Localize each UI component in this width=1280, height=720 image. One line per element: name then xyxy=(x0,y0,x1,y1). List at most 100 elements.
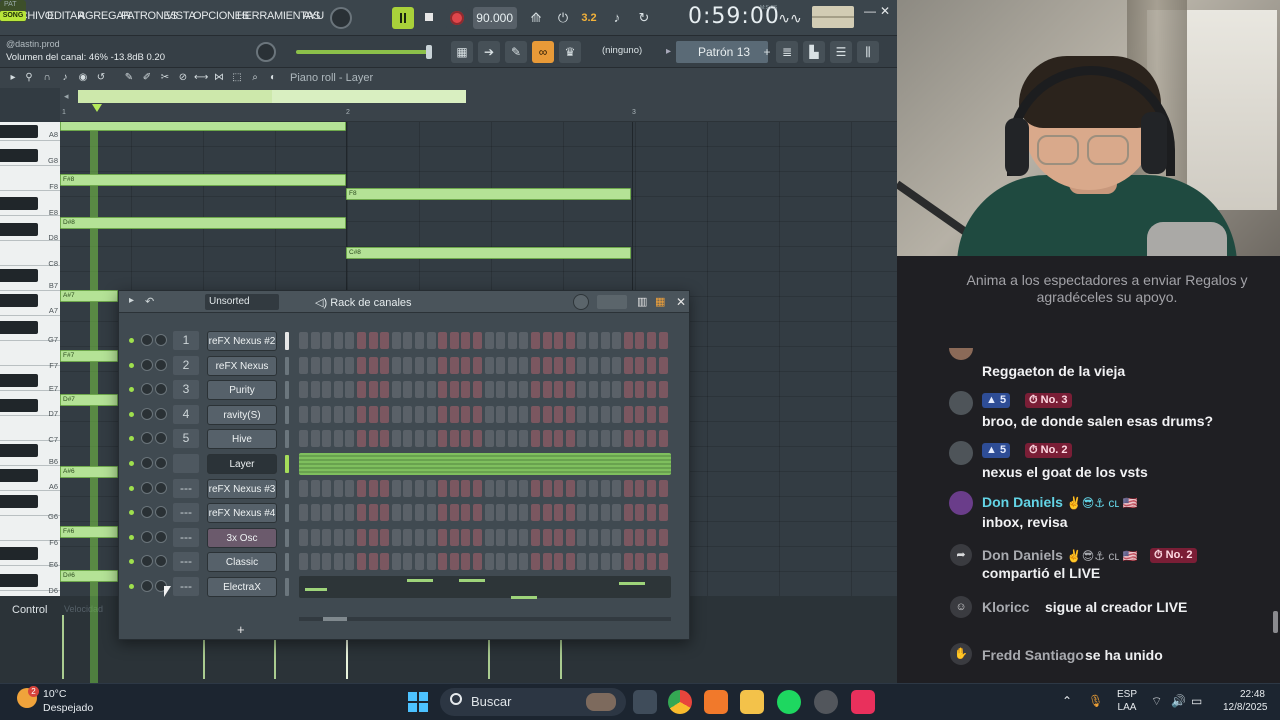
chat-username[interactable]: Kloricc xyxy=(982,599,1029,615)
channel-name-button[interactable]: ElectraX xyxy=(207,577,277,597)
step-button[interactable] xyxy=(322,553,332,571)
black-key[interactable] xyxy=(0,547,38,560)
step-button[interactable] xyxy=(531,479,540,497)
channel-select-indicator[interactable] xyxy=(285,455,289,473)
step-button[interactable] xyxy=(310,528,320,546)
step-button[interactable] xyxy=(438,528,448,546)
channel-mixer-track[interactable]: 3 xyxy=(173,380,199,400)
step-button[interactable] xyxy=(565,356,575,374)
black-key[interactable] xyxy=(0,125,38,138)
step-button[interactable] xyxy=(647,479,656,497)
step-button[interactable] xyxy=(647,504,656,522)
delete-tool-icon[interactable]: ✂ xyxy=(158,71,172,85)
menu-vista[interactable]: VISTA xyxy=(166,10,196,22)
step-button[interactable] xyxy=(554,553,564,571)
step-button[interactable] xyxy=(345,332,355,349)
channel-mute-led[interactable] xyxy=(129,584,134,589)
step-button[interactable] xyxy=(310,405,320,423)
channel-select-indicator[interactable] xyxy=(285,553,289,572)
step-button[interactable] xyxy=(635,430,645,448)
timeline-ruler[interactable]: 1 2 3 xyxy=(60,105,897,122)
step-button[interactable] xyxy=(507,381,517,399)
note-fs6[interactable]: F#6 xyxy=(60,526,118,538)
snap-icon[interactable]: ∩ xyxy=(40,71,54,85)
step-button[interactable] xyxy=(461,381,471,399)
channel-mute-led[interactable] xyxy=(129,559,134,565)
playhead-marker[interactable] xyxy=(92,104,102,112)
channel-mute-led[interactable] xyxy=(129,534,134,540)
avatar[interactable] xyxy=(949,441,973,465)
step-button[interactable] xyxy=(507,504,517,522)
channel-volume-knob[interactable] xyxy=(155,506,167,519)
metronome-icon[interactable]: ⟰ xyxy=(525,8,547,28)
menu-arrow-icon[interactable]: ▸ xyxy=(6,71,20,85)
step-button[interactable] xyxy=(589,430,598,448)
step-button[interactable] xyxy=(333,405,343,423)
step-button[interactable] xyxy=(449,430,459,448)
step-button[interactable] xyxy=(473,332,482,349)
step-button[interactable] xyxy=(299,528,308,546)
channel-row[interactable]: 2 reFX Nexus xyxy=(119,354,689,378)
step-button[interactable] xyxy=(635,553,645,571)
slice-tool-icon[interactable]: ⋈ xyxy=(212,71,226,85)
step-button[interactable] xyxy=(565,528,575,546)
step-button[interactable] xyxy=(577,381,587,399)
horizontal-scrollbar[interactable]: ◂ xyxy=(60,88,897,105)
step-button[interactable] xyxy=(635,356,645,374)
start-button[interactable] xyxy=(408,692,428,712)
step-button[interactable] xyxy=(473,479,482,497)
step-button[interactable] xyxy=(577,504,587,522)
mixer-icon[interactable]: ⫼ xyxy=(857,41,879,63)
channel-mixer-track[interactable]: --- xyxy=(173,552,199,572)
step-button[interactable] xyxy=(658,553,668,571)
channel-mute-led[interactable] xyxy=(129,485,134,491)
step-button[interactable] xyxy=(368,430,378,448)
step-button[interactable] xyxy=(589,479,598,497)
step-button[interactable] xyxy=(565,504,575,522)
step-button[interactable] xyxy=(507,553,517,571)
step-button[interactable] xyxy=(623,553,633,571)
stop-button[interactable] xyxy=(418,7,440,29)
black-key[interactable] xyxy=(0,574,38,587)
step-button[interactable] xyxy=(449,479,459,497)
playlist-icon[interactable]: ≣ xyxy=(776,41,798,63)
step-button[interactable] xyxy=(426,356,436,374)
channel-pan-knob[interactable] xyxy=(141,407,153,420)
step-button[interactable] xyxy=(461,430,471,448)
close-rack-icon[interactable]: ✕ xyxy=(676,295,686,309)
step-button[interactable] xyxy=(531,553,540,571)
velocity-bar[interactable] xyxy=(274,639,276,679)
channel-mute-led[interactable] xyxy=(129,436,134,442)
step-button[interactable] xyxy=(531,356,540,374)
step-button[interactable] xyxy=(322,405,332,423)
step-button[interactable] xyxy=(554,430,564,448)
step-button[interactable] xyxy=(577,528,587,546)
note-fs8[interactable]: F#8 xyxy=(60,174,346,186)
step-button[interactable] xyxy=(600,553,610,571)
channel-select-indicator[interactable] xyxy=(285,332,289,350)
note-fs7[interactable]: F#7 xyxy=(60,350,118,362)
step-button[interactable] xyxy=(635,528,645,546)
step-button[interactable] xyxy=(565,332,575,349)
step-button[interactable] xyxy=(438,405,448,423)
step-button[interactable] xyxy=(368,405,378,423)
channel-pan-knob[interactable] xyxy=(141,530,153,543)
step-button[interactable] xyxy=(333,430,343,448)
channel-mixer-track[interactable]: 5 xyxy=(173,429,199,449)
step-button[interactable] xyxy=(345,504,355,522)
brush-tool-icon[interactable]: ✐ xyxy=(140,71,154,85)
brush-icon[interactable]: ✎ xyxy=(505,41,527,63)
battery-icon[interactable]: ▭ xyxy=(1191,694,1202,708)
step-button[interactable] xyxy=(310,430,320,448)
step-button[interactable] xyxy=(612,504,622,522)
step-button[interactable] xyxy=(647,381,656,399)
step-button[interactable] xyxy=(589,528,598,546)
step-button[interactable] xyxy=(461,553,471,571)
scroll-thumb[interactable] xyxy=(78,90,466,103)
step-button[interactable] xyxy=(623,430,633,448)
step-button[interactable] xyxy=(484,356,494,374)
step-button[interactable] xyxy=(623,504,633,522)
step-button[interactable] xyxy=(635,504,645,522)
step-button[interactable] xyxy=(322,504,332,522)
step-button[interactable] xyxy=(380,528,390,546)
